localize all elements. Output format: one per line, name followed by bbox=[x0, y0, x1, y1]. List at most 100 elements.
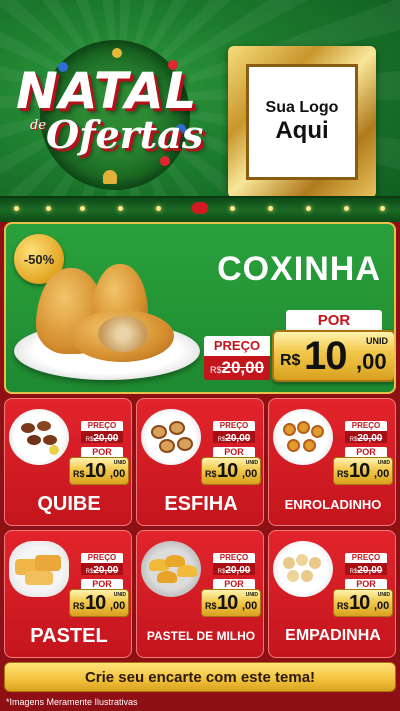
price-integer: 10 bbox=[217, 460, 238, 482]
old-price-value: 20,00 bbox=[225, 565, 251, 576]
price-box: R$ 10 ,00 UNID bbox=[201, 589, 261, 617]
old-price-value: 20,00 bbox=[93, 565, 119, 576]
old-price-value: 20,00 bbox=[225, 433, 251, 444]
price-currency: R$ bbox=[73, 469, 85, 479]
price-unit: UNID bbox=[377, 460, 390, 466]
pastel-de-milho-image bbox=[141, 541, 201, 597]
lemon-image bbox=[49, 445, 59, 455]
preco-label: PREÇO bbox=[213, 553, 255, 563]
price-integer: 10 bbox=[304, 334, 347, 378]
old-price-value: 20,00 bbox=[357, 433, 383, 444]
create-flyer-button[interactable]: Crie seu encarte com este tema! bbox=[4, 662, 396, 692]
price-unit: UNID bbox=[245, 460, 258, 466]
de-text: de bbox=[30, 118, 47, 133]
coxinha-filling-image bbox=[98, 316, 148, 352]
product-name: EMPADINHA bbox=[285, 627, 381, 644]
enroladinho-image bbox=[273, 409, 333, 465]
price-decimal: ,00 bbox=[110, 468, 126, 480]
esfiha-image bbox=[141, 409, 201, 465]
header-banner: NATAL de Ofertas Sua Logo Aqui bbox=[0, 0, 400, 222]
price-unit: UNID bbox=[366, 336, 388, 346]
bell-icon bbox=[103, 170, 117, 184]
light-icon bbox=[230, 206, 235, 211]
price-decimal: ,00 bbox=[242, 600, 258, 612]
price-integer: 10 bbox=[349, 592, 370, 614]
price-integer: 10 bbox=[349, 460, 370, 482]
featured-product-card[interactable]: -50% COXINHA PREÇO R$20,00 POR R$ 10 ,00… bbox=[4, 222, 396, 394]
enroladinho-piece-image bbox=[283, 423, 296, 436]
esfiha-piece-image bbox=[169, 421, 185, 435]
featured-old-price: R$20,00 bbox=[204, 356, 270, 380]
preco-label: PREÇO bbox=[345, 553, 387, 563]
quibe-piece-image bbox=[27, 435, 41, 445]
price-decimal: ,00 bbox=[374, 600, 390, 612]
price-unit: UNID bbox=[245, 592, 258, 598]
enroladinho-piece-image bbox=[287, 439, 300, 452]
enroladinho-piece-image bbox=[303, 439, 316, 452]
product-card-enroladinho[interactable]: PREÇO R$20,00 POR R$ 10 ,00 UNID ENROLAD… bbox=[268, 398, 396, 526]
product-card-pastel-de-milho[interactable]: PREÇO R$20,00 POR R$ 10 ,00 UNID PASTEL … bbox=[136, 530, 264, 658]
product-card-empadinha[interactable]: PREÇO R$20,00 POR R$ 10 ,00 UNID EMPADIN… bbox=[268, 530, 396, 658]
light-icon bbox=[268, 206, 273, 211]
price-decimal: ,00 bbox=[356, 349, 387, 374]
old-price: R$20,00 bbox=[345, 563, 387, 576]
enroladinho-piece-image bbox=[311, 425, 324, 438]
price-decimal: ,00 bbox=[374, 468, 390, 480]
old-price-currency: R$ bbox=[209, 365, 222, 375]
pastel-piece-image bbox=[157, 571, 177, 583]
logo-placeholder[interactable]: Sua Logo Aqui bbox=[246, 64, 358, 180]
bow-icon bbox=[192, 202, 208, 214]
price-box: R$ 10 ,00 UNID bbox=[333, 457, 393, 485]
price-box: R$ 10 ,00 UNID bbox=[333, 589, 393, 617]
quibe-image bbox=[9, 409, 69, 465]
product-card-esfiha[interactable]: PREÇO R$20,00 POR R$ 10 ,00 UNID ESFIHA bbox=[136, 398, 264, 526]
price-decimal: ,00 bbox=[110, 600, 126, 612]
product-name: ESFIHA bbox=[164, 493, 238, 515]
light-icon bbox=[118, 206, 123, 211]
ornament-icon bbox=[160, 156, 170, 166]
ornament-icon bbox=[112, 48, 122, 58]
esfiha-piece-image bbox=[151, 425, 167, 439]
price-box: R$ 10 ,00 UNID bbox=[69, 589, 129, 617]
old-price-value: 20,00 bbox=[357, 565, 383, 576]
price-unit: UNID bbox=[113, 460, 126, 466]
enroladinho-piece-image bbox=[297, 421, 310, 434]
featured-product-name: COXINHA bbox=[217, 250, 381, 288]
price-box: R$ 10 ,00 UNID bbox=[201, 457, 261, 485]
quibe-piece-image bbox=[43, 435, 57, 445]
old-price: R$20,00 bbox=[81, 563, 123, 576]
empadinha-piece-image bbox=[296, 554, 308, 566]
old-price: R$20,00 bbox=[213, 563, 255, 576]
logo-text-line1: Sua Logo bbox=[265, 99, 339, 116]
price-integer: 10 bbox=[85, 460, 106, 482]
empadinha-piece-image bbox=[309, 557, 321, 569]
preco-label: PREÇO bbox=[81, 421, 123, 431]
old-price-value: 20,00 bbox=[93, 433, 119, 444]
old-price-value: 20,00 bbox=[221, 358, 265, 377]
empadinha-image bbox=[273, 541, 333, 597]
disclaimer-text: *Imagens Meramente Ilustrativas bbox=[6, 697, 138, 707]
price-currency: R$ bbox=[205, 469, 217, 479]
price-currency: R$ bbox=[337, 601, 349, 611]
pastel-piece-image bbox=[177, 565, 197, 577]
preco-label: PREÇO bbox=[81, 553, 123, 563]
esfiha-piece-image bbox=[159, 439, 175, 453]
price-currency: R$ bbox=[337, 469, 349, 479]
empadinha-piece-image bbox=[283, 557, 295, 569]
esfiha-piece-image bbox=[177, 437, 193, 451]
pastel-image bbox=[9, 541, 69, 597]
old-price: R$20,00 bbox=[213, 431, 255, 444]
product-card-pastel[interactable]: PREÇO R$20,00 POR R$ 10 ,00 UNID PASTEL bbox=[4, 530, 132, 658]
price-currency: R$ bbox=[205, 601, 217, 611]
price-integer: 10 bbox=[85, 592, 106, 614]
featured-preco-label: PREÇO bbox=[204, 336, 270, 356]
price-currency: R$ bbox=[73, 601, 85, 611]
product-name: PASTEL bbox=[30, 625, 108, 647]
product-card-quibe[interactable]: PREÇO R$20,00 POR R$ 10 ,00 UNID QUIBE bbox=[4, 398, 132, 526]
logo-frame: Sua Logo Aqui bbox=[228, 46, 376, 198]
price-unit: UNID bbox=[113, 592, 126, 598]
light-icon bbox=[80, 206, 85, 211]
product-name: PASTEL DE MILHO bbox=[146, 629, 256, 643]
quibe-piece-image bbox=[21, 423, 35, 433]
light-icon bbox=[46, 206, 51, 211]
